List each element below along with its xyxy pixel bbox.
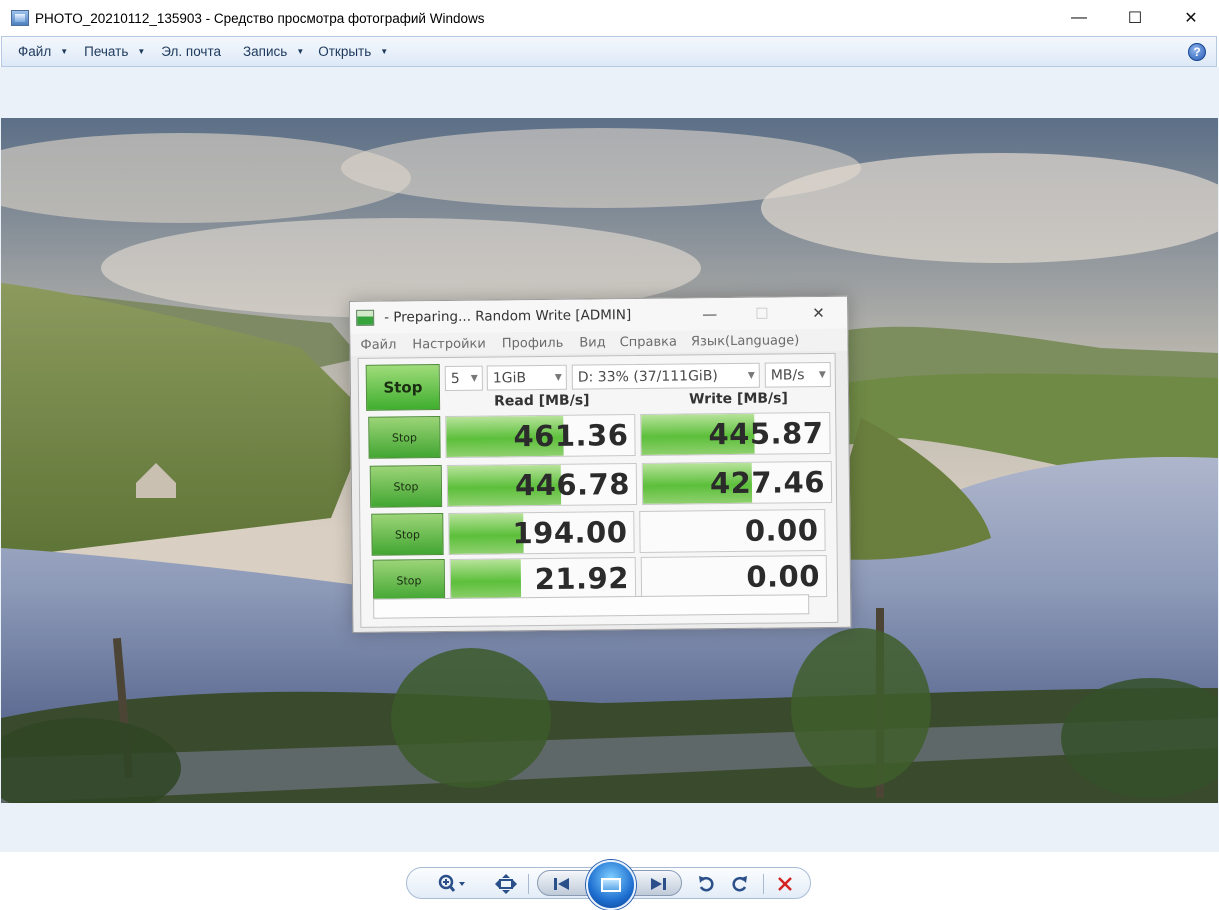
delete-icon-graphic bbox=[778, 877, 792, 891]
zoom-icon-graphic bbox=[438, 874, 465, 892]
menu-print-label: Печать bbox=[84, 44, 129, 59]
menu-burn-label: Запись bbox=[243, 44, 288, 59]
cdm-row-stop-button: Stop bbox=[372, 559, 446, 602]
cdm-menu-bar: Файл Настройки Профиль Вид Справка Язык(… bbox=[350, 328, 848, 356]
photo-viewer-app-icon bbox=[11, 10, 29, 26]
cdm-read-value: 461.36 bbox=[513, 418, 629, 454]
zoom-icon[interactable] bbox=[435, 872, 469, 896]
cdm-drive-value: D: 33% (37/111GiB) bbox=[577, 367, 718, 386]
crystaldiskmark-window-in-photo: - Preparing... Random Write [ADMIN] — ☐ … bbox=[349, 295, 852, 633]
maximize-button[interactable]: ☐ bbox=[1107, 0, 1163, 36]
cdm-main-panel: Stop 5 ▼ 1GiB ▼ D: 33% (37/111GiB) ▼ MB/s ▼ … bbox=[357, 352, 839, 628]
crystaldiskmark-app-icon bbox=[356, 309, 375, 326]
cdm-all-stop-button: Stop bbox=[365, 364, 441, 411]
cdm-write-value: 445.87 bbox=[708, 416, 824, 452]
delete-icon[interactable] bbox=[773, 872, 797, 896]
cdm-write-value: 0.00 bbox=[746, 559, 821, 594]
menu-open-label: Открыть bbox=[318, 44, 372, 59]
menu-print[interactable]: Печать ▼ bbox=[78, 37, 151, 66]
cdm-window-title: - Preparing... Random Write [ADMIN] bbox=[384, 307, 632, 326]
minimize-button[interactable]: — bbox=[1051, 0, 1107, 36]
window-title: PHOTO_20210112_135903 - Средство просмот… bbox=[35, 10, 485, 26]
cdm-write-value: 427.46 bbox=[709, 465, 826, 501]
chevron-down-icon: ▼ bbox=[818, 369, 826, 380]
cdm-read-header: Read [MB/s] bbox=[493, 392, 590, 410]
rotate-left-icon[interactable] bbox=[695, 872, 717, 896]
chevron-down-icon: ▼ bbox=[380, 47, 389, 56]
cdm-write-cell: 427.46 bbox=[641, 460, 833, 505]
chevron-down-icon: ▼ bbox=[554, 372, 562, 383]
menu-file-label: Файл bbox=[18, 44, 52, 59]
cdm-write-value: 0.00 bbox=[744, 513, 819, 548]
cdm-menu-item: Профиль bbox=[501, 335, 564, 351]
cdm-read-cell: 461.36 bbox=[445, 414, 636, 458]
cdm-count-select: 5 ▼ bbox=[444, 365, 483, 392]
cdm-count-value: 5 bbox=[450, 370, 460, 387]
command-bar: Файл ▼ Печать ▼ Эл. почта Запись ▼ Открыть ▼… bbox=[1, 36, 1217, 67]
cdm-read-value: 446.78 bbox=[514, 467, 631, 503]
cdm-read-bar bbox=[450, 559, 522, 600]
previous-icon[interactable] bbox=[547, 872, 577, 896]
cdm-unit-select: MB/s ▼ bbox=[764, 361, 831, 388]
cdm-row-stop-button: Stop bbox=[368, 416, 441, 459]
cdm-drive-select: D: 33% (37/111GiB) ▼ bbox=[571, 362, 760, 390]
close-button[interactable]: ✕ bbox=[1163, 0, 1219, 36]
cdm-maximize-icon: ☐ bbox=[755, 304, 769, 323]
rotate-right-icon-graphic bbox=[732, 876, 747, 892]
displayed-photo: - Preparing... Random Write [ADMIN] — ☐ … bbox=[1, 118, 1218, 803]
next-icon[interactable] bbox=[643, 872, 673, 896]
cdm-status-bar bbox=[373, 594, 810, 619]
toolbar-separator bbox=[763, 874, 764, 894]
cdm-menu-item: Вид bbox=[579, 334, 606, 351]
menu-email[interactable]: Эл. почта bbox=[155, 37, 227, 66]
cdm-read-value: 194.00 bbox=[512, 515, 628, 551]
previous-icon-graphic bbox=[554, 878, 569, 890]
cdm-read-value: 21.92 bbox=[534, 561, 630, 597]
cdm-minimize-icon: — bbox=[702, 305, 718, 324]
next-icon-graphic bbox=[651, 878, 666, 890]
toolbar-separator bbox=[528, 874, 529, 894]
menu-file[interactable]: Файл ▼ bbox=[12, 37, 74, 66]
cdm-size-select: 1GiB ▼ bbox=[486, 364, 567, 391]
chevron-down-icon: ▼ bbox=[137, 47, 146, 56]
menu-open[interactable]: Открыть ▼ bbox=[312, 37, 394, 66]
cdm-write-cell: 0.00 bbox=[639, 509, 826, 553]
title-bar: PHOTO_20210112_135903 - Средство просмот… bbox=[0, 0, 1219, 36]
fit-icon[interactable] bbox=[493, 872, 519, 896]
rotate-right-icon[interactable] bbox=[729, 872, 751, 896]
cdm-menu-item: Справка bbox=[619, 334, 678, 350]
slideshow-icon bbox=[601, 878, 621, 892]
menu-burn[interactable]: Запись ▼ bbox=[237, 37, 310, 66]
cdm-size-value: 1GiB bbox=[492, 369, 527, 386]
help-icon[interactable]: ? bbox=[1188, 43, 1206, 61]
menu-email-label: Эл. почта bbox=[161, 44, 222, 59]
cdm-write-header: Write [MB/s] bbox=[688, 390, 788, 408]
slideshow-button[interactable] bbox=[586, 860, 636, 910]
chevron-down-icon: ▼ bbox=[60, 47, 69, 56]
cdm-menu-item: Файл bbox=[360, 337, 397, 353]
cdm-write-cell: 445.87 bbox=[640, 411, 831, 456]
cdm-unit-value: MB/s bbox=[770, 366, 805, 384]
image-viewer-area: - Preparing... Random Write [ADMIN] — ☐ … bbox=[0, 67, 1219, 852]
fit-icon-graphic bbox=[495, 874, 517, 894]
chevron-down-icon: ▼ bbox=[296, 47, 305, 56]
chevron-down-icon: ▼ bbox=[747, 370, 755, 381]
cdm-menu-item: Язык(Language) bbox=[690, 332, 800, 349]
cdm-read-cell: 446.78 bbox=[446, 462, 638, 507]
window-controls: — ☐ ✕ bbox=[1051, 0, 1219, 36]
cdm-menu-item: Настройки bbox=[412, 336, 486, 352]
cdm-row-stop-button: Stop bbox=[371, 513, 444, 556]
cdm-read-cell: 21.92 bbox=[449, 557, 637, 601]
cdm-write-cell: 0.00 bbox=[640, 555, 828, 599]
cdm-read-cell: 194.00 bbox=[448, 511, 635, 555]
rotate-left-icon-graphic bbox=[699, 876, 714, 892]
cdm-row-stop-button: Stop bbox=[369, 465, 443, 508]
chevron-down-icon: ▼ bbox=[470, 373, 478, 384]
cdm-close-icon: ✕ bbox=[812, 304, 825, 323]
cdm-title-bar: - Preparing... Random Write [ADMIN] bbox=[350, 296, 848, 334]
bottom-toolbar bbox=[406, 860, 811, 910]
